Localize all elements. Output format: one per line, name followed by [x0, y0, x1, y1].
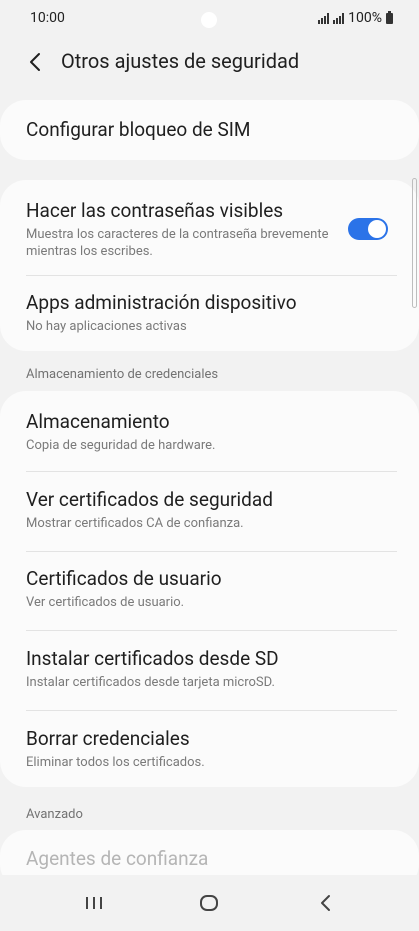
credential-item-title: Instalar certificados desde SD [26, 647, 279, 670]
password-visible-subtitle: Muestra los caracteres de la contraseña … [26, 227, 329, 259]
password-visible-title: Hacer las contraseñas visibles [26, 199, 284, 222]
credential-item-storage[interactable]: Almacenamiento Copia de seguridad de har… [0, 391, 419, 471]
credential-item-title: Almacenamiento [26, 410, 170, 433]
credential-item-subtitle: Copia de seguridad de hardware. [26, 438, 216, 453]
chevron-left-icon[interactable] [24, 50, 48, 74]
security-options-card: Hacer las contraseñas visibles Muestra l… [0, 180, 419, 351]
credential-item-subtitle: Mostrar certificados CA de confianza. [26, 516, 244, 531]
device-admin-item[interactable]: Apps administración dispositivo No hay a… [0, 276, 419, 351]
credential-item-title: Ver certificados de seguridad [26, 488, 273, 511]
section-header-advanced: Avanzado [26, 807, 83, 822]
page-title: Otros ajustes de seguridad [61, 49, 300, 73]
scrollbar[interactable] [412, 178, 417, 308]
device-admin-subtitle: No hay aplicaciones activas [26, 319, 187, 334]
credential-item-subtitle: Eliminar todos los certificados. [26, 755, 205, 770]
status-indicators: 100% [318, 10, 393, 26]
status-bar: 10:00 100% [0, 0, 419, 36]
password-visible-toggle[interactable] [348, 218, 388, 240]
toggle-knob [368, 220, 386, 238]
screen: 10:00 100% Otros ajustes de seguridad Co… [0, 0, 419, 931]
credential-item-clear[interactable]: Borrar credenciales Eliminar todos los c… [0, 711, 419, 787]
sim-lock-card: Configurar bloqueo de SIM [0, 100, 419, 160]
password-visible-item[interactable]: Hacer las contraseñas visibles Muestra l… [0, 180, 419, 275]
sim-lock-item[interactable]: Configurar bloqueo de SIM [0, 100, 419, 160]
trust-agents-title: Agentes de confianza [26, 847, 209, 870]
trust-agents-item[interactable]: Agentes de confianza [0, 830, 419, 871]
camera-cutout [201, 12, 217, 28]
credential-item-subtitle: Instalar certificados desde tarjeta micr… [26, 675, 275, 690]
credential-item-title: Borrar credenciales [26, 727, 190, 750]
credential-item-user-certificates[interactable]: Certificados de usuario Ver certificados… [0, 552, 419, 630]
section-header-credentials: Almacenamiento de credenciales [26, 367, 219, 382]
recents-icon[interactable] [82, 891, 106, 915]
signal-icon [333, 12, 345, 24]
battery-icon [386, 10, 393, 24]
credential-item-install-sd[interactable]: Instalar certificados desde SD Instalar … [0, 631, 419, 710]
device-admin-title: Apps administración dispositivo [26, 291, 297, 314]
credential-item-view-certificates[interactable]: Ver certificados de seguridad Mostrar ce… [0, 472, 419, 551]
credential-item-subtitle: Ver certificados de usuario. [26, 595, 185, 610]
app-bar: Otros ajustes de seguridad [0, 40, 419, 84]
home-icon[interactable] [197, 891, 221, 915]
credentials-card: Almacenamiento Copia de seguridad de har… [0, 391, 419, 787]
credential-item-title: Certificados de usuario [26, 567, 222, 590]
back-icon[interactable] [314, 891, 338, 915]
signal-icon [318, 12, 330, 24]
status-time: 10:00 [30, 10, 65, 26]
navigation-bar [0, 875, 419, 931]
battery-percent: 100% [348, 10, 382, 26]
sim-lock-title: Configurar bloqueo de SIM [26, 118, 251, 141]
